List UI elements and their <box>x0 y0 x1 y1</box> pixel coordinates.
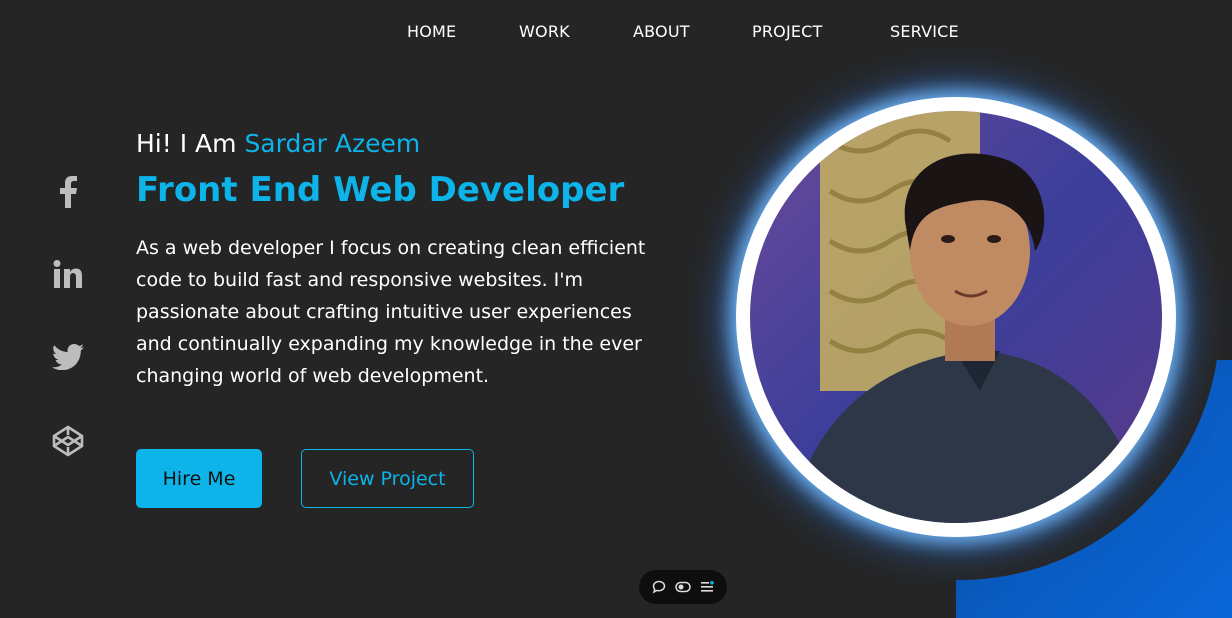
nav-item-about[interactable]: ABOUT <box>633 22 690 41</box>
floating-toolbar <box>639 570 727 604</box>
facebook-icon[interactable] <box>50 172 86 212</box>
nav-item-service[interactable]: SERVICE <box>890 22 959 41</box>
codepen-icon[interactable] <box>50 421 86 461</box>
nav-item-home[interactable]: HOME <box>407 22 456 41</box>
comment-icon[interactable] <box>650 578 668 596</box>
greeting: Hi! I Am Sardar Azeem <box>136 126 676 162</box>
profile-photo <box>750 111 1162 523</box>
toggle-icon[interactable] <box>674 578 692 596</box>
role-title: Front End Web Developer <box>136 170 625 210</box>
profile-photo-frame <box>736 97 1176 537</box>
nav-item-project[interactable]: PROJECT <box>752 22 823 41</box>
top-nav: HOME WORK ABOUT PROJECT SERVICE <box>0 22 1232 50</box>
menu-icon[interactable] <box>698 578 716 596</box>
linkedin-icon[interactable] <box>50 254 86 294</box>
view-project-button[interactable]: View Project <box>301 449 474 508</box>
hero-section: Hi! I Am Sardar Azeem Front End Web Deve… <box>136 126 676 392</box>
nav-item-work[interactable]: WORK <box>519 22 570 41</box>
hire-me-button[interactable]: Hire Me <box>136 449 262 508</box>
developer-name: Sardar Azeem <box>244 129 421 158</box>
twitter-icon[interactable] <box>50 337 86 377</box>
greeting-prefix: Hi! I Am <box>136 129 245 158</box>
bio-text: As a web developer I focus on creating c… <box>136 237 646 387</box>
